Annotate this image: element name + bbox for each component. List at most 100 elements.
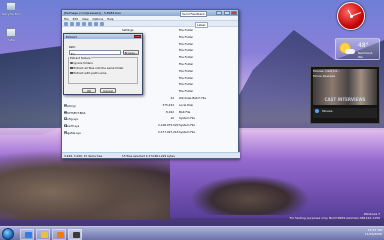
taskbar-ie-button[interactable] <box>20 228 34 240</box>
clock-gadget[interactable] <box>337 2 365 30</box>
file-name: BOOTSECT.BAK <box>64 110 86 115</box>
media-bottom-label: Movies <box>321 109 333 113</box>
option-label: Extract with path name <box>73 71 107 75</box>
file-size: 8,192 <box>165 109 174 114</box>
window-title: [PeImage (compressed)] - 3.4983.bau <box>64 11 121 15</box>
path-label: Path: <box>69 45 77 49</box>
clock-center <box>350 15 353 18</box>
status-left: 3,449, 3,449, 15 items free <box>64 154 103 158</box>
file-type: File Folder <box>179 34 194 39</box>
table-row[interactable]: pagefile.sys 2,377,097,216 System File <box>62 129 240 136</box>
file-type: File Folder <box>179 41 194 46</box>
media-side-item[interactable]: Movies: Cast Int... <box>313 69 340 73</box>
watermark-build: For testing purposes only. Build 6956.wi… <box>289 216 380 220</box>
folder-icon <box>40 232 48 238</box>
ok-button[interactable]: OK <box>82 88 96 93</box>
option-label: Ignore folders <box>73 61 93 65</box>
taskbar-7zip-button[interactable] <box>68 228 82 240</box>
table-row[interactable]: hiberfil.sys 2,148,075,520 System File <box>62 122 240 129</box>
start-button[interactable] <box>2 228 14 240</box>
file-type: File Folder <box>179 48 194 53</box>
add-icon[interactable] <box>64 22 68 26</box>
media-banner: CAST INTERVIEWS <box>324 97 366 102</box>
checkbox-icon <box>70 66 73 70</box>
minimize-button[interactable] <box>216 10 223 15</box>
taskbar-media-button[interactable] <box>52 228 66 240</box>
media-gadget[interactable]: Movies: Cast Int... Movie Reviews CAST I… <box>310 66 380 124</box>
send-feedback-link[interactable]: Send Feedback <box>180 10 207 17</box>
media-controls: Movies <box>313 108 377 118</box>
file-size: 2,148,075,520 <box>158 123 179 128</box>
recycle-bin-icon <box>6 2 16 11</box>
dialog-titlebar[interactable]: Extract <box>64 34 142 39</box>
desktop-icon-7zip[interactable]: 7-Zip <box>2 28 20 42</box>
option-ignore-folders[interactable]: Ignore folders <box>70 61 93 65</box>
file-type: Local Disk <box>179 102 194 107</box>
system-tray-clock[interactable]: 10:41 AM 11/26/2008 <box>365 228 382 236</box>
dialog-close-button[interactable] <box>134 34 141 38</box>
window-titlebar[interactable]: [PeImage (compressed)] - 3.4983.bau Send… <box>62 10 238 17</box>
dialog-title: Extract <box>66 34 77 39</box>
media-player-icon <box>56 232 64 238</box>
file-type: File Folder <box>179 82 194 87</box>
file-type: File Folder <box>179 28 194 32</box>
file-type: File Folder <box>179 89 194 94</box>
tray-date: 11/26/2008 <box>364 232 382 236</box>
file-type: File Folder <box>179 75 194 80</box>
file-type: System File <box>179 123 195 128</box>
file-name: pagefile.sys <box>64 130 81 135</box>
cancel-button[interactable]: Cancel <box>100 88 116 93</box>
file-name: hiberfil.sys <box>64 124 80 129</box>
play-icon[interactable] <box>315 109 319 113</box>
move-icon[interactable] <box>87 22 92 26</box>
internet-explorer-icon <box>24 232 32 238</box>
taskbar-explorer-button[interactable] <box>36 228 50 240</box>
file-type: BAK File <box>179 109 191 114</box>
copy-icon[interactable] <box>81 22 86 26</box>
cloud-icon <box>345 49 355 54</box>
desktop-icon-label: 7-Zip <box>7 38 15 42</box>
info-icon[interactable] <box>99 22 104 26</box>
file-type: System File <box>179 129 195 134</box>
table-row[interactable]: config.sys 10 System File <box>62 115 240 122</box>
file-size: 2,377,097,216 <box>158 129 179 134</box>
table-row[interactable]: 24 Windows Batch File <box>62 95 240 102</box>
extract-dialog: Extract Path: E:\ Browse... Extract fold… <box>63 33 143 95</box>
checkbox-icon <box>70 71 73 75</box>
option-with-path[interactable]: Extract with path name <box>70 71 106 75</box>
close-button[interactable] <box>231 10 237 15</box>
file-type: File Folder <box>179 68 194 73</box>
status-bar: 3,449, 3,449, 15 items free 15 files sel… <box>62 152 240 158</box>
os-watermark: Windows 7 For testing purposes only. Bui… <box>290 212 380 220</box>
partial-row-label: Settings <box>122 28 134 32</box>
desktop-icon-recycle-bin[interactable]: Recycle Bin <box>2 2 20 16</box>
media-side-item[interactable]: Movie Reviews <box>313 74 340 78</box>
weather-temperature: 48° <box>358 42 369 49</box>
test-icon[interactable] <box>75 22 80 26</box>
maximize-button[interactable] <box>223 10 230 15</box>
radio-icon <box>70 61 73 65</box>
browse-button[interactable]: Browse... <box>123 50 139 55</box>
file-type: Windows Batch File <box>179 95 206 100</box>
option-label: Extract all files into the same folder <box>73 66 124 70</box>
file-type: File Folder <box>179 55 194 60</box>
file-name: config.sys <box>64 117 79 122</box>
extract-icon[interactable] <box>69 22 74 26</box>
path-input[interactable]: E:\ <box>69 50 121 56</box>
file-size: 375,232 <box>162 102 174 107</box>
file-size: 24 <box>170 95 174 100</box>
media-side-list: Movies: Cast Int... Movie Reviews <box>313 69 340 79</box>
file-size: 10 <box>170 116 174 121</box>
file-type: System File <box>179 116 195 121</box>
group-label: Extract folders <box>69 56 92 60</box>
table-row[interactable]: bootmgr 375,232 Local Disk <box>62 102 240 109</box>
option-same-folder[interactable]: Extract all files into the same folder <box>70 66 124 70</box>
weather-location: Redmond, WA <box>358 51 374 59</box>
taskbar: 10:41 AM 11/26/2008 <box>0 226 384 240</box>
7zip-icon <box>72 232 80 238</box>
file-name: bootmgr <box>64 103 76 108</box>
7zip-icon <box>6 28 16 37</box>
weather-gadget[interactable]: 48° Redmond, WA <box>335 38 380 60</box>
delete-icon[interactable] <box>93 22 98 26</box>
table-row[interactable]: BOOTSECT.BAK 8,192 BAK File <box>62 109 240 116</box>
